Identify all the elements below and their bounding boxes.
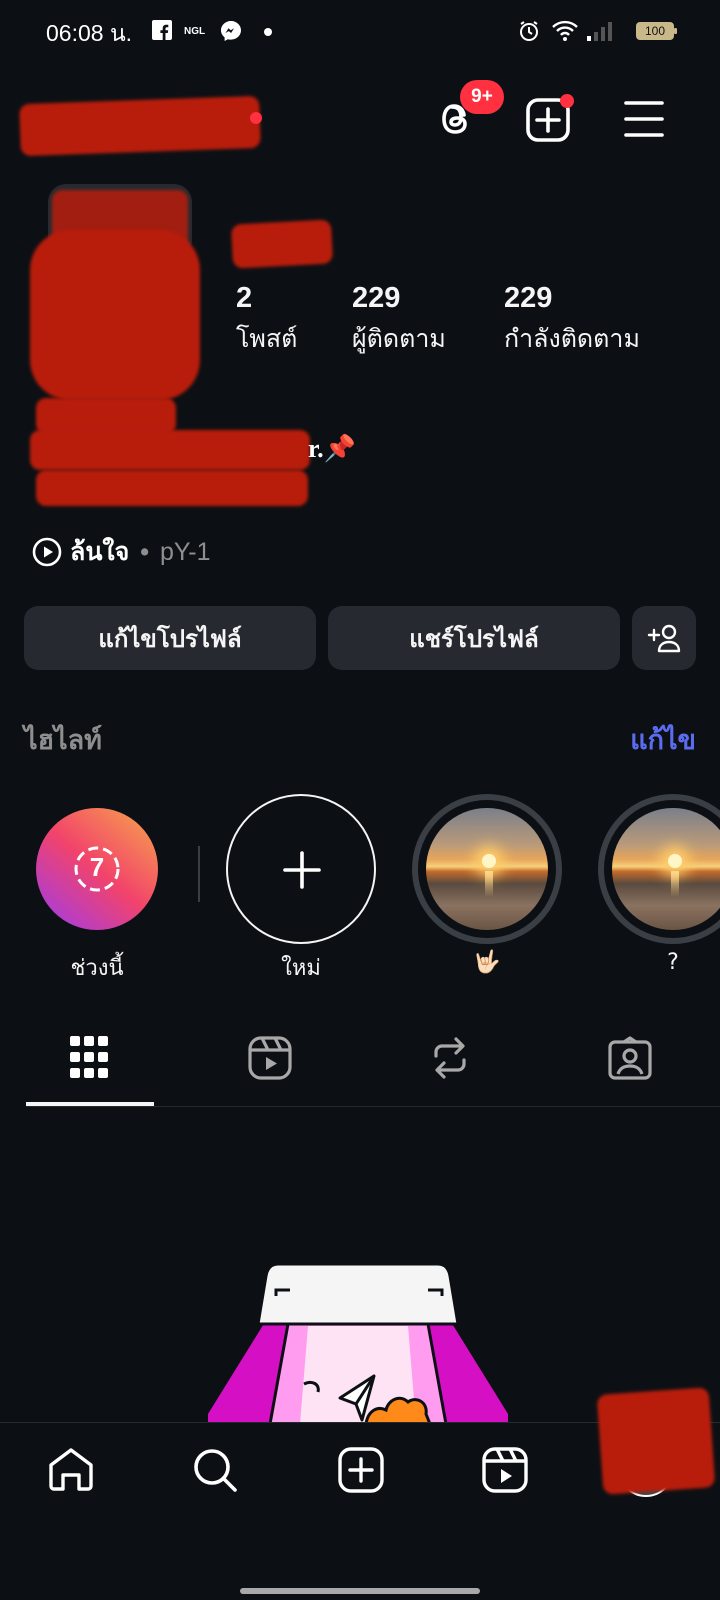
add-person-icon — [647, 624, 681, 653]
reels-icon[interactable] — [248, 1036, 292, 1080]
threads-handle-redacted[interactable] — [36, 398, 176, 434]
posts-label: โพสต์ — [236, 324, 298, 353]
highlight-sunset-1[interactable] — [412, 794, 562, 944]
dot-icon — [264, 28, 272, 36]
music-separator: • — [137, 537, 153, 567]
followers-stat[interactable]: 229 ผู้ติดตาม — [352, 282, 446, 359]
username-dot — [250, 112, 262, 124]
search-icon[interactable] — [192, 1447, 238, 1493]
bottom-navigation — [0, 1387, 720, 1600]
edit-profile-label: แก้ไขโปรไฟล์ — [98, 624, 242, 653]
highlight-cover-image — [612, 808, 720, 930]
highlight-cover-image — [426, 808, 548, 930]
grid-icon[interactable] — [70, 1036, 108, 1078]
play-circle-icon — [32, 537, 62, 567]
share-profile-label: แชร์โปรไฟล์ — [409, 624, 539, 653]
music-title: ล้นใจ — [70, 537, 130, 566]
alarm-icon — [520, 21, 538, 41]
wifi-icon — [552, 20, 578, 41]
followers-label: ผู้ติดตาม — [352, 324, 446, 353]
svg-text:NGL: NGL — [184, 26, 205, 36]
plus-icon — [283, 851, 321, 889]
tab-divider — [26, 1106, 720, 1107]
reels-icon[interactable] — [482, 1447, 528, 1493]
highlights-heading: ไฮไลท์ — [24, 725, 102, 756]
profile-avatar-redacted — [596, 1387, 716, 1495]
recent-count: 7 — [89, 852, 105, 882]
reposts-icon[interactable] — [430, 1036, 470, 1080]
posts-stat[interactable]: 2 โพสต์ — [236, 282, 297, 359]
highlight-label-new: ใหม่ — [281, 956, 321, 981]
bio-text-end: r.📌 — [308, 434, 357, 463]
following-label: กำลังติดตาม — [504, 324, 640, 353]
link-redacted[interactable] — [36, 470, 308, 506]
home-icon[interactable] — [48, 1447, 94, 1491]
discover-people-button[interactable] — [632, 606, 696, 670]
highlight-label-1: 🤟🏻 — [473, 950, 501, 975]
empty-posts-illustration — [208, 1264, 508, 1424]
profile-music[interactable]: ล้นใจ • pY-1 — [32, 532, 211, 572]
username-redacted[interactable] — [19, 95, 261, 157]
highlight-label-recent: ช่วงนี้ — [70, 956, 124, 981]
create-dot — [560, 94, 574, 108]
highlight-recent[interactable]: 7 — [36, 808, 158, 930]
menu-icon[interactable] — [624, 100, 664, 138]
music-artist: pY-1 — [160, 537, 211, 566]
name-redacted — [230, 219, 334, 269]
following-count: 229 — [504, 282, 553, 314]
highlights-edit-link[interactable]: แก้ไข — [630, 718, 696, 761]
signal-icon — [587, 22, 612, 41]
posts-count: 2 — [236, 282, 253, 314]
avatar-redacted[interactable] — [30, 230, 200, 400]
battery-icon: 100 — [636, 22, 677, 40]
share-profile-button[interactable]: แชร์โปรไฟล์ — [328, 606, 620, 670]
messenger-icon — [221, 21, 241, 41]
highlights-separator — [198, 846, 200, 902]
status-bar: 06:08 น. NGL 100 — [0, 0, 720, 64]
ngl-icon: NGL — [184, 26, 205, 36]
facebook-icon — [152, 20, 172, 40]
status-time: 06:08 น. — [46, 20, 133, 46]
following-stat[interactable]: 229 กำลังติดตาม — [504, 282, 640, 359]
followers-count: 229 — [352, 282, 401, 314]
edit-profile-button[interactable]: แก้ไขโปรไฟล์ — [24, 606, 316, 670]
highlight-new[interactable] — [226, 794, 376, 944]
home-indicator — [240, 1588, 480, 1594]
create-post-icon[interactable] — [338, 1447, 384, 1493]
bio-redacted — [30, 430, 310, 470]
tagged-icon[interactable] — [608, 1036, 652, 1080]
highlight-label-2: ? — [667, 950, 679, 975]
threads-badge: 9+ — [460, 80, 504, 114]
highlight-sunset-2[interactable] — [598, 794, 720, 944]
